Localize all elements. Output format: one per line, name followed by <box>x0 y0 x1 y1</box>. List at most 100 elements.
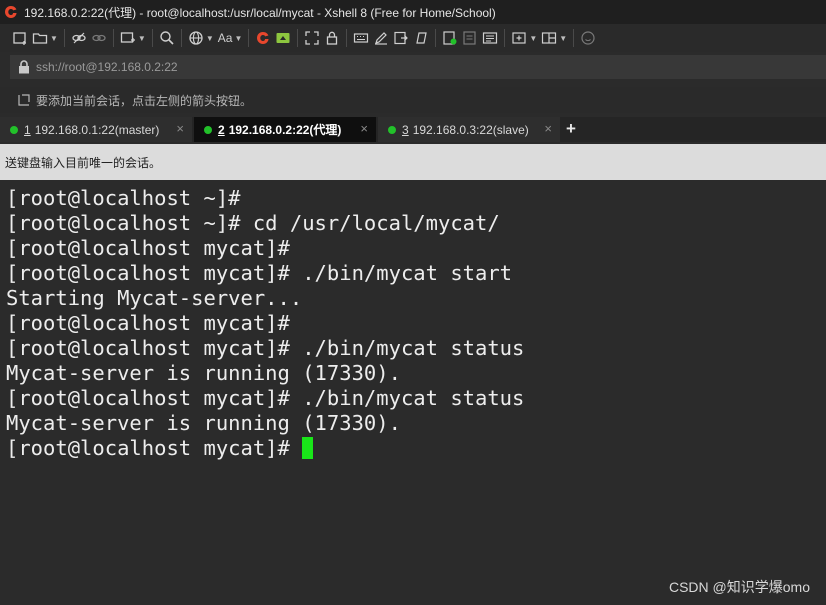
open-button[interactable]: ▼ <box>32 27 58 49</box>
quick-commands-button[interactable] <box>482 27 498 49</box>
xftp-button[interactable] <box>275 27 291 49</box>
send-keys-text: 送键盘输入目前唯一的会话。 <box>5 155 162 170</box>
tab-label: 192.168.0.1:22(master) <box>34 122 160 137</box>
toolbar-divider <box>435 29 437 47</box>
quick-commands-icon <box>483 32 498 44</box>
new-group-button[interactable]: ▼ <box>511 27 537 49</box>
title-bar: 192.168.0.2:22(代理) - root@localhost:/usr… <box>0 0 826 24</box>
terminal-line: Starting Mycat-server... <box>6 286 303 310</box>
tab-master[interactable]: 1 192.168.0.1:22(master) × <box>0 117 192 142</box>
toolbar-divider <box>151 29 153 47</box>
connected-status-icon <box>10 125 18 134</box>
terminal-line: [root@localhost ~]# cd /usr/local/mycat/ <box>6 211 500 235</box>
terminal-line: [root@localhost mycat]# <box>6 311 290 335</box>
terminal-prompt: [root@localhost mycat]# <box>6 436 303 460</box>
compose-icon <box>443 31 457 45</box>
chevron-down-icon: ▼ <box>50 33 58 43</box>
tab-label: 192.168.0.3:22(slave) <box>412 122 529 137</box>
encoding-button[interactable]: ▼ <box>188 27 214 49</box>
fullscreen-icon <box>305 31 320 45</box>
close-icon[interactable]: × <box>176 121 184 136</box>
fullscreen-button[interactable] <box>304 27 320 49</box>
connected-status-icon <box>388 125 396 134</box>
toolbar-divider <box>248 29 250 47</box>
new-session-icon <box>13 32 26 45</box>
layout-icon <box>542 32 557 44</box>
disconnect-icon <box>92 34 106 42</box>
terminal-prompt-line: [root@localhost mycat]# <box>6 436 314 461</box>
session-hint-text: 要添加当前会话，点击左侧的箭头按钮。 <box>36 93 253 108</box>
reconnect-button[interactable] <box>71 27 87 49</box>
terminal-line: [root@localhost ~]# <box>6 186 241 210</box>
new-tab-icon <box>120 32 135 43</box>
font-icon: Aa <box>217 31 233 45</box>
chevron-down-icon: ▼ <box>205 33 214 43</box>
font-button[interactable]: Aa ▼ <box>218 27 243 49</box>
address-input[interactable]: ssh://root@192.168.0.2:22 <box>36 60 178 74</box>
terminal-line: [root@localhost mycat]# <box>6 236 290 260</box>
xshell-app-icon <box>5 6 17 18</box>
keyboard-button[interactable] <box>353 27 369 49</box>
close-icon[interactable]: × <box>360 121 368 136</box>
globe-icon <box>189 31 203 45</box>
compose-bar-icon <box>463 31 476 45</box>
toolbar: ▼ ▼ ▼ Aa ▼ ▼ ▼ <box>0 24 826 52</box>
xshell-logo-icon <box>257 32 269 44</box>
terminal-line: Mycat-server is running (17330). <box>6 411 401 435</box>
send-keys-bar: 送键盘输入目前唯一的会话。 <box>0 144 826 180</box>
toolbar-divider <box>63 29 65 47</box>
new-session-button[interactable] <box>12 27 28 49</box>
terminal-line: [root@localhost mycat]# ./bin/mycat stat… <box>6 336 525 360</box>
compose-button[interactable] <box>442 27 458 49</box>
open-folder-icon <box>32 33 48 44</box>
chevron-down-icon: ▼ <box>137 33 146 43</box>
toolbar-divider <box>297 29 299 47</box>
toolbar-divider <box>504 29 506 47</box>
window-title: 192.168.0.2:22(代理) - root@localhost:/usr… <box>24 5 496 20</box>
session-tab-bar: 1 192.168.0.1:22(master) × 2 192.168.0.2… <box>0 117 826 142</box>
tab-label: 192.168.0.2:22(代理) <box>228 123 342 137</box>
session-hint-bar: 要添加当前会话，点击左侧的箭头按钮。 <box>0 87 826 113</box>
disconnect-button[interactable] <box>91 27 107 49</box>
terminal-line: [root@localhost mycat]# ./bin/mycat stat… <box>6 386 525 410</box>
macro-icon <box>416 32 428 44</box>
chevron-down-icon: ▼ <box>529 33 538 43</box>
lock-button[interactable] <box>324 27 340 49</box>
address-bar[interactable]: ssh://root@192.168.0.2:22 <box>10 55 826 79</box>
highlight-button[interactable] <box>373 27 389 49</box>
macro-button[interactable] <box>413 27 429 49</box>
add-session-arrow-icon[interactable] <box>18 94 30 106</box>
lock-icon <box>327 31 338 45</box>
toolbar-divider <box>180 29 182 47</box>
terminal-area[interactable]: [root@localhost ~]# [root@localhost ~]# … <box>0 182 826 605</box>
terminal-cursor <box>302 437 314 459</box>
close-icon[interactable]: × <box>544 121 552 136</box>
help-button[interactable] <box>580 27 596 49</box>
terminal-line: Mycat-server is running (17330). <box>6 361 401 385</box>
layout-button[interactable]: ▼ <box>541 27 567 49</box>
terminal-line: [root@localhost mycat]# ./bin/mycat star… <box>6 261 513 285</box>
chevron-down-icon: ▼ <box>234 33 243 43</box>
tab-slave[interactable]: 3 192.168.0.3:22(slave) × <box>378 117 560 142</box>
chevron-down-icon: ▼ <box>559 33 568 43</box>
add-tab-button[interactable]: + <box>563 119 579 139</box>
new-tab-button[interactable]: ▼ <box>120 27 146 49</box>
find-button[interactable] <box>159 27 175 49</box>
xftp-icon <box>276 33 290 43</box>
toolbar-divider <box>346 29 348 47</box>
keyboard-icon <box>354 33 369 43</box>
xshell-button[interactable] <box>255 27 271 49</box>
watermark: CSDN @知识学爆omo <box>668 579 810 595</box>
tab-proxy[interactable]: 2 192.168.0.2:22(代理) × <box>194 117 376 142</box>
highlight-icon <box>375 32 388 45</box>
new-group-icon <box>512 32 526 44</box>
toolbar-divider <box>112 29 114 47</box>
script-button[interactable] <box>393 27 409 49</box>
tab-number: 3 <box>402 122 409 137</box>
script-icon <box>394 31 409 45</box>
help-icon <box>581 31 595 45</box>
connected-status-icon <box>204 125 212 134</box>
tab-number: 1 <box>24 122 31 137</box>
compose-bar-button[interactable] <box>462 27 478 49</box>
toolbar-divider <box>573 29 575 47</box>
